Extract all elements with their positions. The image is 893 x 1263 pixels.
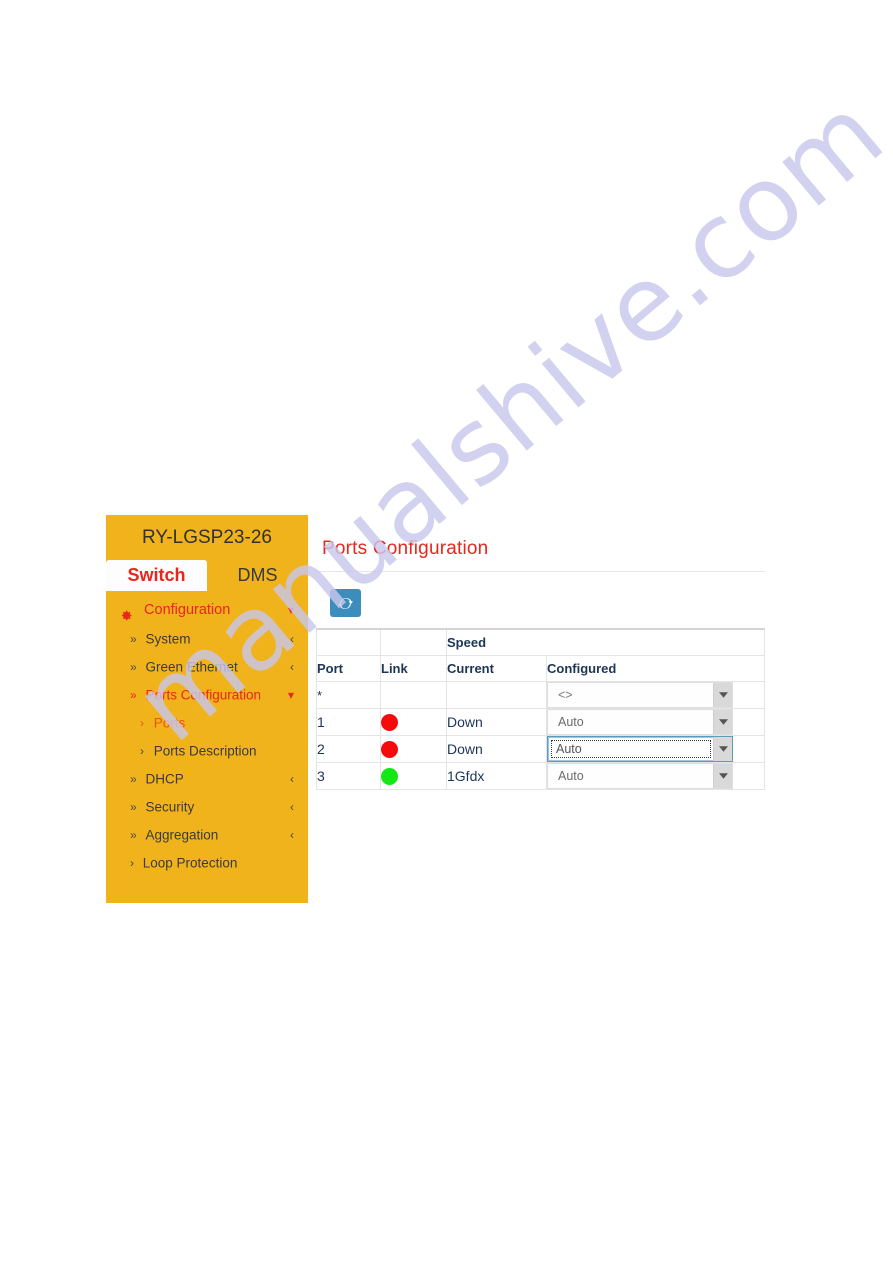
chevron-down-icon[interactable]: ▾ (288, 595, 294, 625)
double-angle-right-icon: » (130, 632, 137, 646)
sidebar-item-dhcp-label: DHCP (145, 771, 184, 787)
chevron-down-icon[interactable]: ▾ (288, 681, 294, 709)
header-port: Port (316, 655, 381, 682)
cell-current-speed: 1Gfdx (446, 762, 547, 790)
title-divider (316, 571, 765, 572)
sidebar-item-aggregation[interactable]: » Aggregation ‹ (106, 821, 308, 849)
double-angle-right-icon: » (130, 772, 137, 786)
cell-port: * (316, 681, 381, 709)
cell-configured-speed: Auto (545, 708, 765, 736)
sidebar-item-ports-description[interactable]: › Ports Description (106, 737, 308, 765)
cell-port: 2 (316, 735, 381, 763)
sidebar: RY-LGSP23-26 Switch DMS Configuration ▾ (106, 515, 308, 903)
cell-link (380, 762, 447, 790)
speed-select-port-2-value: Auto (556, 742, 582, 756)
sidebar-item-ports-configuration[interactable]: » Ports Configuration ▾ (106, 681, 308, 709)
sidebar-item-ports-label: Ports (153, 715, 186, 731)
chevron-down-icon[interactable] (713, 737, 732, 761)
gear-icon (120, 603, 133, 620)
double-angle-right-icon: » (130, 688, 137, 702)
sidebar-item-green-ethernet[interactable]: » Green Ethernet ‹ (106, 653, 308, 681)
chevron-left-icon[interactable]: ‹ (290, 625, 294, 653)
sidebar-item-system[interactable]: » System ‹ (106, 625, 308, 653)
link-status-led-down (381, 713, 398, 731)
refresh-button[interactable] (330, 589, 361, 617)
table-row: * <> (316, 681, 765, 709)
cell-link (380, 681, 447, 709)
speed-select-port-3-value: Auto (558, 769, 584, 783)
chevron-left-icon[interactable]: ‹ (290, 793, 294, 821)
header-blank-link (380, 628, 447, 656)
sidebar-item-configuration[interactable]: Configuration ▾ (106, 595, 308, 625)
sidebar-item-dhcp[interactable]: » DHCP ‹ (106, 765, 308, 793)
mode-tabs: Switch DMS (106, 560, 308, 591)
header-blank-port (316, 628, 381, 656)
chevron-down-icon[interactable] (713, 710, 732, 734)
cell-port: 1 (316, 708, 381, 736)
chevron-down-icon[interactable] (713, 764, 732, 788)
header-configured: Configured (545, 655, 765, 682)
chevron-left-icon[interactable]: ‹ (290, 653, 294, 681)
tab-dms[interactable]: DMS (207, 560, 308, 591)
double-angle-right-icon: » (130, 660, 137, 674)
table-row: 1 Down Auto (316, 708, 765, 736)
header-speed: Speed (445, 628, 765, 656)
link-status-led-up (381, 767, 398, 785)
angle-right-icon: › (140, 716, 144, 730)
table-header-row-group: Speed (316, 628, 765, 656)
table-body: * <> 1 Down Auto 2 Down Auto 3 1Gfdx Aut… (316, 681, 765, 790)
chevron-left-icon[interactable]: ‹ (290, 821, 294, 849)
table-row: 2 Down Auto (316, 735, 765, 763)
refresh-icon (338, 596, 353, 611)
switch-web-ui: RY-LGSP23-26 Switch DMS Configuration ▾ (106, 515, 765, 903)
ports-configuration-table: Speed Port Link Current Configured * <> … (316, 628, 765, 790)
chevron-left-icon[interactable]: ‹ (290, 765, 294, 793)
tab-switch-label: Switch (127, 565, 186, 585)
double-angle-right-icon: » (130, 800, 137, 814)
speed-select-all-ports-value: <> (558, 688, 573, 702)
sidebar-item-green-ethernet-label: Green Ethernet (145, 659, 238, 675)
sidebar-nav: Configuration ▾ » System ‹ » Green Ether… (106, 591, 308, 877)
page-title: Ports Configuration (322, 538, 489, 559)
speed-select-port-2[interactable]: Auto (547, 736, 733, 762)
cell-current-speed: Down (446, 708, 547, 736)
speed-select-port-1-value: Auto (558, 715, 584, 729)
cell-configured-speed: Auto (545, 735, 765, 763)
speed-select-port-3[interactable]: Auto (547, 763, 733, 789)
sidebar-item-security[interactable]: » Security ‹ (106, 793, 308, 821)
angle-right-icon: › (140, 744, 144, 758)
tab-dms-label: DMS (237, 565, 278, 585)
sidebar-item-ports-description-label: Ports Description (153, 743, 257, 759)
sidebar-item-configuration-label: Configuration (144, 602, 231, 619)
cell-link (380, 708, 447, 736)
speed-select-all-ports[interactable]: <> (547, 682, 733, 708)
cell-current-speed (446, 681, 547, 709)
header-current: Current (446, 655, 547, 682)
sidebar-item-loop-protection-label: Loop Protection (142, 855, 238, 871)
sidebar-item-ports-configuration-label: Ports Configuration (145, 687, 262, 703)
sidebar-item-loop-protection[interactable]: › Loop Protection (106, 849, 308, 877)
link-status-led-down (381, 740, 398, 758)
sidebar-item-aggregation-label: Aggregation (145, 827, 219, 843)
cell-configured-speed: Auto (545, 762, 765, 790)
cell-port: 3 (316, 762, 381, 790)
cell-link (380, 735, 447, 763)
double-angle-right-icon: » (130, 828, 137, 842)
angle-right-icon: › (130, 856, 134, 870)
table-head: Speed Port Link Current Configured (316, 628, 765, 682)
sidebar-item-system-label: System (145, 631, 191, 647)
table-header-row: Port Link Current Configured (316, 655, 765, 682)
sidebar-item-security-label: Security (145, 799, 195, 815)
content-area: Ports Configuration Speed Port Link Curr… (308, 515, 765, 903)
chevron-down-icon[interactable] (713, 683, 732, 707)
header-link: Link (380, 655, 447, 682)
device-model-title: RY-LGSP23-26 (142, 527, 272, 548)
tab-switch[interactable]: Switch (106, 560, 207, 591)
table-row: 3 1Gfdx Auto (316, 762, 765, 790)
cell-configured-speed: <> (545, 681, 765, 709)
speed-select-port-1[interactable]: Auto (547, 709, 733, 735)
ports-table-container: Speed Port Link Current Configured * <> … (316, 628, 765, 790)
cell-current-speed: Down (446, 735, 547, 763)
sidebar-item-ports[interactable]: › Ports (106, 709, 308, 737)
